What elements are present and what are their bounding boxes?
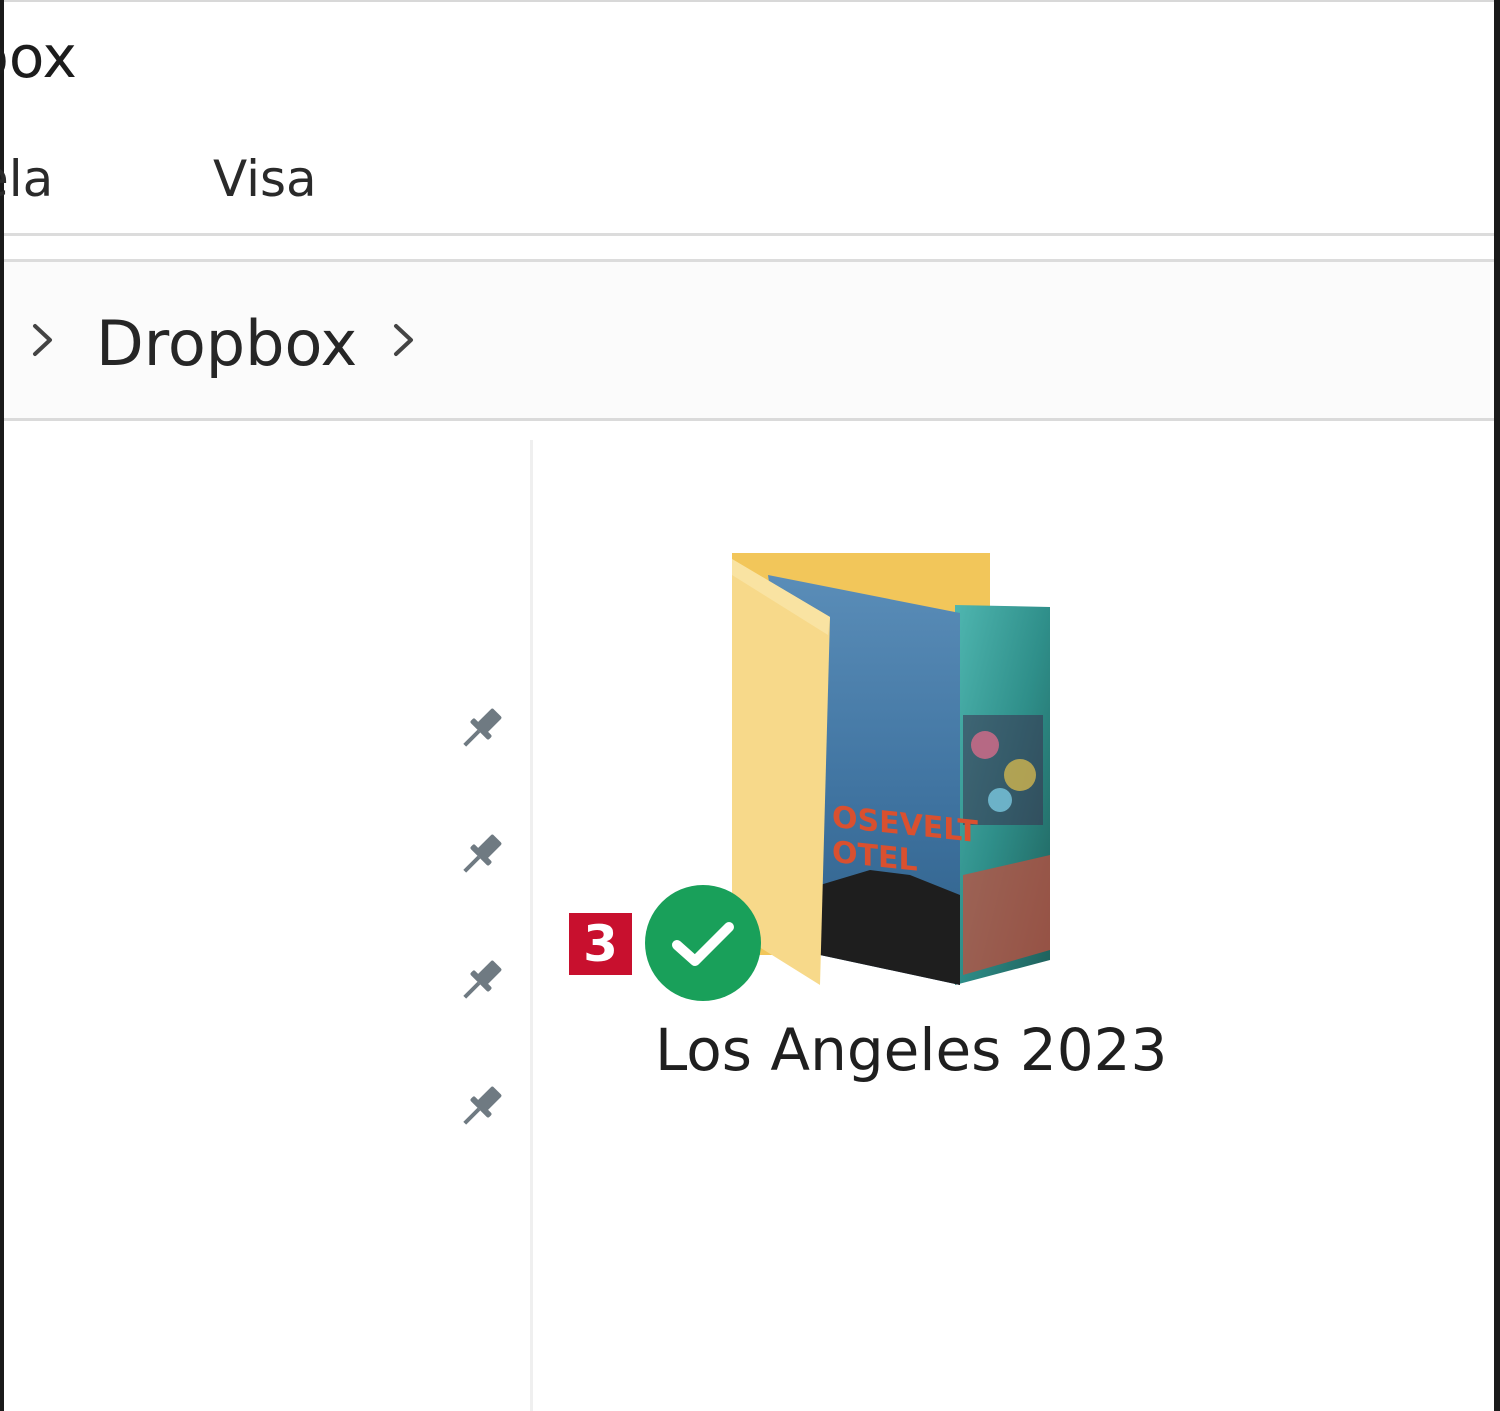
window-title: box	[0, 23, 77, 91]
menu-item-share[interactable]: ela	[0, 148, 53, 210]
window-right-border	[1494, 0, 1500, 1411]
pin-icon[interactable]	[452, 952, 510, 1010]
chevron-right-icon[interactable]	[383, 320, 423, 360]
folder-with-photo-preview-icon[interactable]: OSEVELT OTEL	[720, 545, 1070, 995]
folder-name-label[interactable]: Los Angeles 2023	[655, 1016, 1167, 1084]
pin-icon[interactable]	[452, 700, 510, 758]
pin-icon[interactable]	[452, 1078, 510, 1136]
chevron-right-icon[interactable]	[22, 320, 62, 360]
pin-icon[interactable]	[452, 826, 510, 884]
navigation-pane	[4, 421, 530, 1411]
breadcrumb-dropbox[interactable]: Dropbox	[96, 308, 357, 380]
sync-status-checkmark-icon	[643, 883, 763, 1003]
step-number-badge: 3	[569, 913, 632, 975]
window-top-border	[0, 0, 1500, 2]
menu-item-view[interactable]: Visa	[213, 148, 317, 210]
ribbon-divider	[4, 233, 1494, 236]
file-explorer-window: box ela Visa Dropbox	[0, 0, 1500, 1411]
